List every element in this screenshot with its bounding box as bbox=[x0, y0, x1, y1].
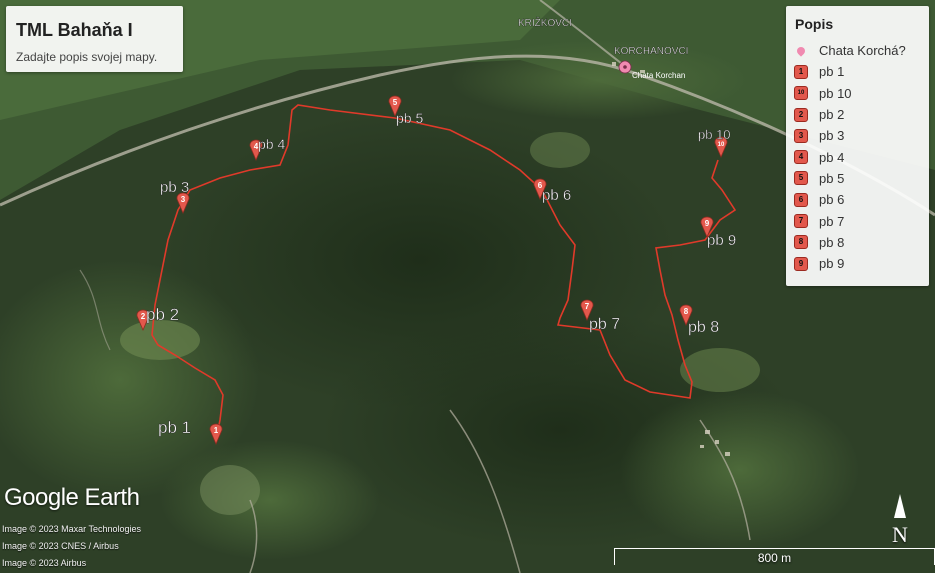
waypoint-number: 9 bbox=[705, 219, 710, 228]
waypoint-label-9: pb 9 bbox=[707, 232, 736, 249]
legend-item-label: pb 4 bbox=[819, 149, 845, 165]
legend-item-label: pb 9 bbox=[819, 256, 845, 272]
marker-icon: 8 bbox=[794, 235, 808, 250]
waypoint-number: 1 bbox=[214, 426, 219, 435]
poi-label: Chata Korchan bbox=[632, 71, 685, 80]
imagery-credit: Image © 2023 CNES / Airbus bbox=[2, 541, 119, 551]
marker-icon: 10 bbox=[794, 86, 808, 101]
poi-pin-icon[interactable] bbox=[618, 60, 632, 74]
waypoint-number: 3 bbox=[181, 195, 186, 204]
waypoint-label-3: pb 3 bbox=[160, 179, 189, 196]
legend-item-pb9[interactable]: 9 pb 9 bbox=[794, 253, 906, 274]
legend-item-label: Chata Korchá? bbox=[819, 43, 906, 59]
legend-item-pb1[interactable]: 1 pb 1 bbox=[794, 61, 906, 82]
legend-item-label: pb 1 bbox=[819, 64, 845, 80]
waypoint-label-2: pb 2 bbox=[146, 305, 179, 324]
legend-item-label: pb 5 bbox=[819, 170, 845, 186]
imagery-credit: Image © 2023 Maxar Technologies bbox=[2, 524, 142, 534]
waypoint-label-8: pb 8 bbox=[688, 319, 719, 336]
map-title: TML Bahaňa I bbox=[16, 20, 133, 40]
marker-icon: 2 bbox=[794, 107, 808, 122]
waypoint-label-6: pb 6 bbox=[542, 187, 571, 204]
legend-item-pb7[interactable]: 7 pb 7 bbox=[794, 210, 906, 231]
legend-item-label: pb 7 bbox=[819, 213, 845, 229]
waypoint-number: 10 bbox=[718, 142, 725, 148]
waypoint-label-7: pb 7 bbox=[589, 316, 620, 333]
village-label-korchanovci: KORCHANOVCI bbox=[614, 46, 688, 57]
legend-item-pb10[interactable]: 10 pb 10 bbox=[794, 83, 906, 104]
legend-item-chata[interactable]: Chata Korchá? bbox=[794, 40, 906, 61]
google-earth-logo: Google Earth bbox=[4, 484, 140, 511]
marker-icon: 7 bbox=[794, 214, 808, 229]
pin-icon bbox=[794, 44, 808, 58]
legend-item-label: pb 2 bbox=[819, 107, 845, 123]
legend-item-label: pb 10 bbox=[819, 85, 852, 101]
legend-item-pb5[interactable]: 5 pb 5 bbox=[794, 168, 906, 189]
legend-list: Chata Korchá? 1 pb 1 10 pb 10 2 pb 2 3 pb 3 … bbox=[794, 40, 906, 274]
marker-icon: 9 bbox=[794, 256, 808, 271]
legend-item-label: pb 3 bbox=[819, 128, 845, 144]
compass-north-icon[interactable]: N bbox=[888, 494, 912, 547]
waypoint-number: 5 bbox=[393, 98, 398, 107]
legend-item-pb4[interactable]: 4 pb 4 bbox=[794, 146, 906, 167]
waypoint-label-5: pb 5 bbox=[396, 110, 423, 126]
legend-heading: Popis bbox=[795, 16, 834, 32]
marker-icon: 6 bbox=[794, 192, 808, 207]
legend-item-label: pb 8 bbox=[819, 234, 845, 250]
legend-item-pb3[interactable]: 3 pb 3 bbox=[794, 125, 906, 146]
legend-item-pb6[interactable]: 6 pb 6 bbox=[794, 189, 906, 210]
legend-panel[interactable]: Popis Chata Korchá? 1 pb 1 10 pb 10 2 pb 2 … bbox=[786, 6, 929, 286]
waypoint-label-1: pb 1 bbox=[158, 418, 191, 437]
marker-icon: 3 bbox=[794, 128, 808, 143]
waypoint-label-4: pb 4 bbox=[258, 136, 285, 152]
marker-icon: 1 bbox=[794, 64, 808, 79]
scale-label: 800 m bbox=[757, 551, 792, 565]
waypoint-number: 7 bbox=[585, 302, 590, 311]
marker-icon: 4 bbox=[794, 150, 808, 165]
map-description: Zadajte popis svojej mapy. bbox=[16, 50, 158, 64]
waypoint-number: 8 bbox=[684, 307, 689, 316]
marker-icon: 5 bbox=[794, 171, 808, 186]
scale-bar: 800 m bbox=[614, 548, 935, 565]
village-label-krizkovci: KRIŽKOVCI bbox=[518, 16, 572, 29]
compass-label: N bbox=[892, 522, 908, 547]
imagery-credit: Image © 2023 Airbus bbox=[2, 558, 87, 568]
legend-item-pb8[interactable]: 8 pb 8 bbox=[794, 232, 906, 253]
waypoint-label-10: pb 10 bbox=[698, 127, 731, 142]
title-card[interactable]: TML Bahaňa I Zadajte popis svojej mapy. bbox=[6, 6, 183, 72]
legend-item-label: pb 6 bbox=[819, 192, 845, 208]
legend-item-pb2[interactable]: 2 pb 2 bbox=[794, 104, 906, 125]
